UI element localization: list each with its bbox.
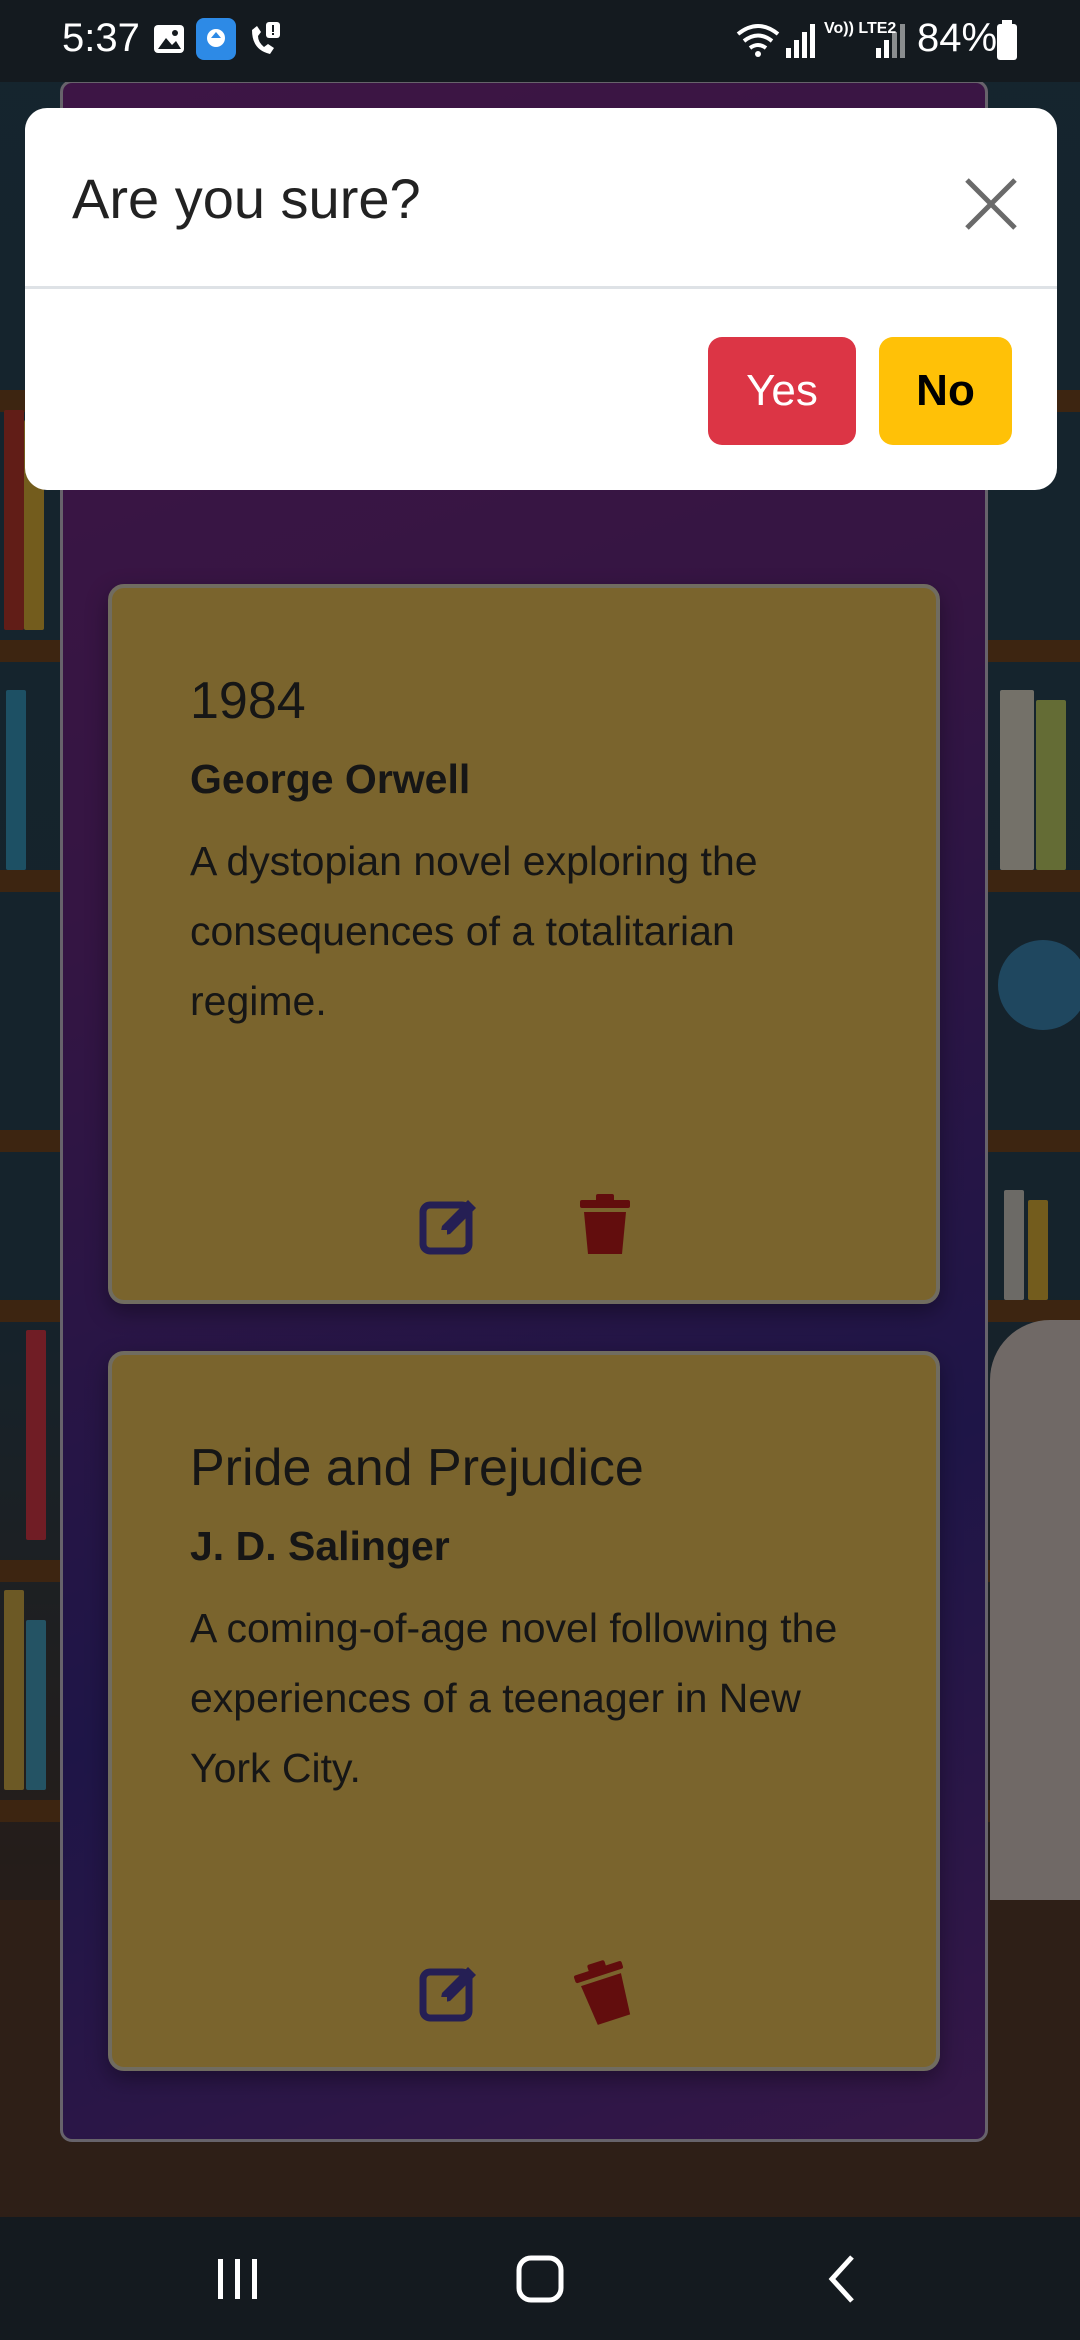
status-bar: 5:37 Vo)) LTE2 84% [0, 0, 1080, 82]
dialog-title: Are you sure? [72, 167, 421, 230]
navigation-bar [0, 2217, 1080, 2340]
battery-icon [996, 20, 1018, 65]
home-icon[interactable] [500, 2247, 580, 2311]
battery-percentage: 84% [917, 16, 998, 60]
back-icon[interactable] [802, 2247, 882, 2311]
close-icon[interactable] [955, 168, 1027, 240]
signal-icon [876, 22, 906, 63]
wifi-icon [736, 22, 780, 65]
signal-icon [786, 22, 816, 63]
gallery-icon [152, 22, 186, 61]
recent-apps-icon[interactable] [198, 2247, 278, 2311]
yes-button[interactable]: Yes [708, 337, 856, 445]
call-alert-icon [248, 20, 282, 63]
dialog-divider [25, 286, 1057, 289]
cloud-upload-app-icon [196, 18, 236, 65]
confirm-dialog: Are you sure? Yes No [25, 108, 1057, 490]
no-button[interactable]: No [879, 337, 1012, 445]
status-time: 5:37 [62, 16, 140, 60]
